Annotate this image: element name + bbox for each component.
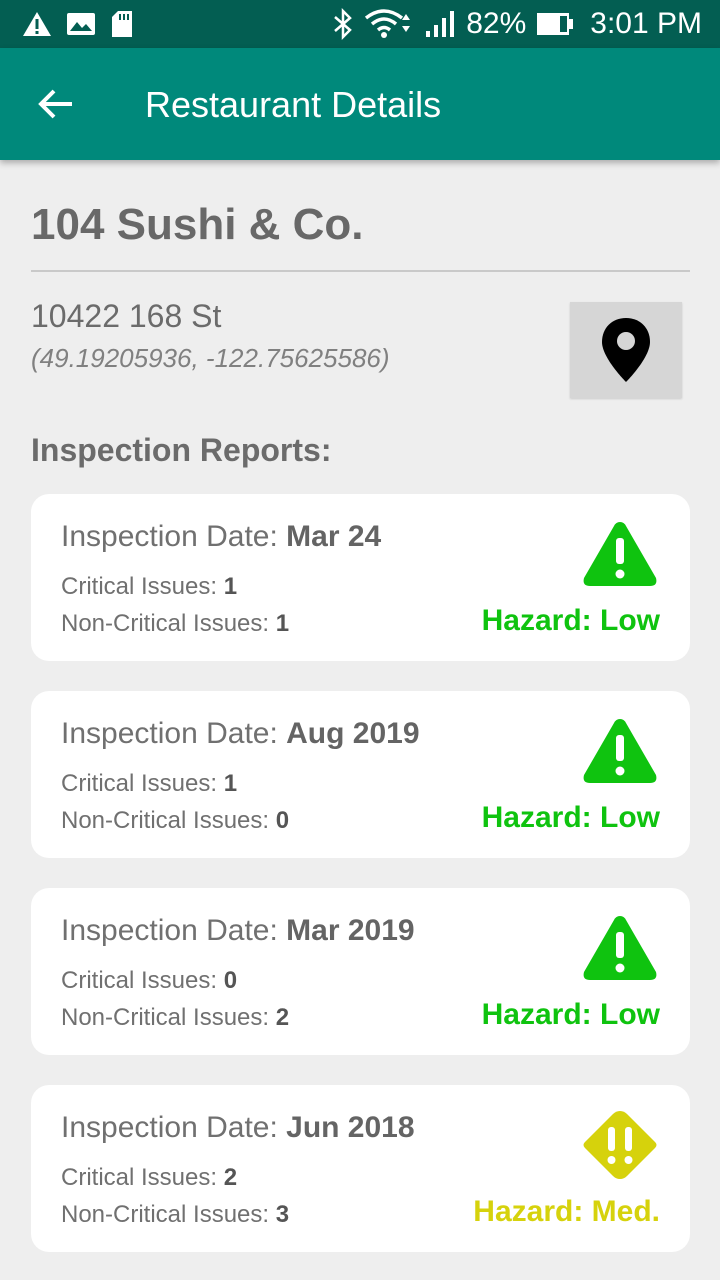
warning-diamond-icon	[583, 1111, 657, 1179]
inspection-card[interactable]: Inspection Date: Mar 24 Critical Issues:…	[31, 494, 690, 661]
battery-icon	[536, 12, 574, 36]
bluetooth-icon	[332, 8, 354, 40]
critical-issues: Critical Issues: 1	[61, 770, 238, 797]
warning-icon	[22, 11, 52, 37]
non-critical-issues: Non-Critical Issues: 1	[61, 610, 290, 637]
map-button[interactable]	[570, 302, 682, 398]
sd-card-icon	[110, 10, 134, 38]
inspection-card[interactable]: Inspection Date: Jun 2018 Critical Issue…	[31, 1085, 690, 1252]
warning-triangle-icon	[583, 916, 657, 980]
hazard-level: Hazard: Med.	[473, 1195, 660, 1228]
restaurant-coordinates: (49.19205936, -122.75625586)	[31, 343, 390, 373]
status-bar: 82% 3:01 PM	[0, 0, 720, 48]
restaurant-address: 10422 168 St	[31, 298, 222, 334]
inspection-date: Inspection Date: Aug 2019	[61, 717, 420, 750]
battery-percent: 82%	[466, 7, 527, 40]
inspection-card[interactable]: Inspection Date: Mar 2019 Critical Issue…	[31, 888, 690, 1055]
restaurant-name: 104 Sushi & Co.	[31, 200, 364, 249]
clock: 3:01 PM	[590, 7, 702, 40]
hazard-level: Hazard: Low	[481, 604, 660, 637]
inspection-card[interactable]: Inspection Date: Aug 2019 Critical Issue…	[31, 691, 690, 858]
critical-issues: Critical Issues: 1	[61, 573, 238, 600]
image-icon	[66, 12, 96, 36]
warning-triangle-icon	[583, 719, 657, 783]
critical-issues: Critical Issues: 2	[61, 1164, 238, 1191]
divider	[31, 270, 690, 272]
warning-triangle-icon	[583, 522, 657, 586]
arrow-back-icon	[38, 89, 72, 119]
app-bar: Restaurant Details	[0, 48, 720, 160]
map-pin-icon	[602, 318, 650, 382]
inspection-date: Inspection Date: Mar 24	[61, 520, 382, 553]
inspection-date: Inspection Date: Mar 2019	[61, 914, 415, 947]
inspection-date: Inspection Date: Jun 2018	[61, 1111, 415, 1144]
hazard-level: Hazard: Low	[481, 998, 660, 1031]
page-title: Restaurant Details	[145, 84, 442, 125]
critical-issues: Critical Issues: 0	[61, 967, 238, 994]
signal-icon	[424, 10, 456, 38]
non-critical-issues: Non-Critical Issues: 3	[61, 1201, 290, 1228]
section-title: Inspection Reports:	[31, 432, 332, 468]
non-critical-issues: Non-Critical Issues: 0	[61, 807, 290, 834]
hazard-level: Hazard: Low	[481, 801, 660, 834]
non-critical-issues: Non-Critical Issues: 2	[61, 1004, 290, 1031]
back-button[interactable]	[36, 84, 76, 124]
wifi-icon	[364, 8, 414, 40]
